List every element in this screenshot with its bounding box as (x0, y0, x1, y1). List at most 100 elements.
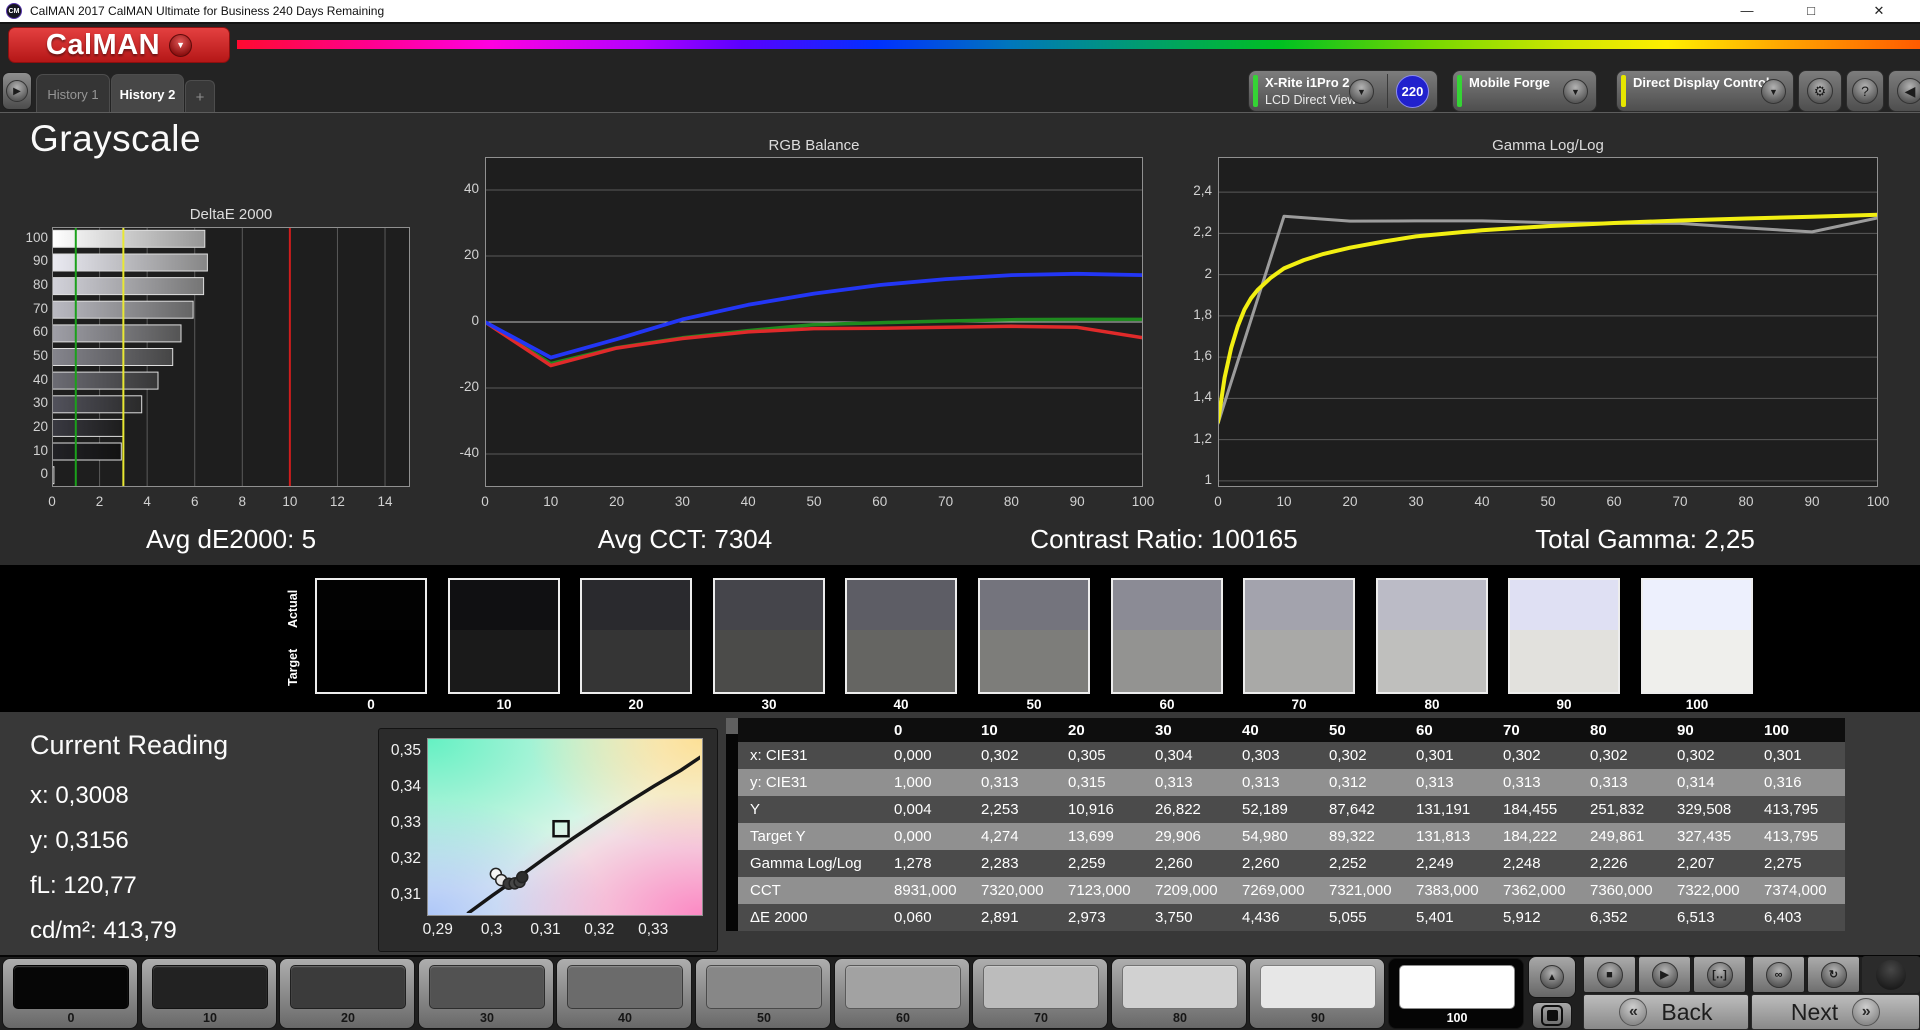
gear-icon: ⚙ (1807, 78, 1833, 104)
table-cell: 0,301 (1764, 747, 1802, 764)
tab-history-1[interactable]: History 1 (36, 74, 110, 113)
chevron-down-icon[interactable]: ▼ (1349, 79, 1374, 104)
pattern-button-40[interactable]: 40 (556, 958, 692, 1029)
pattern-patch (290, 965, 406, 1009)
pattern-window-button[interactable]: [‥] (1693, 956, 1746, 993)
pattern-patch (845, 965, 961, 1009)
app-icon: CM (6, 3, 22, 19)
pattern-button-20[interactable]: 20 (279, 958, 415, 1029)
pattern-button-0[interactable]: 0 (2, 958, 138, 1029)
pattern-button-50[interactable]: 50 (695, 958, 831, 1029)
table-cell: 5,912 (1503, 909, 1541, 926)
table-cell: 184,222 (1503, 828, 1558, 845)
close-button[interactable]: ✕ (1856, 0, 1902, 22)
swatch-target (1113, 630, 1221, 692)
table-cell: 7269,000 (1242, 882, 1305, 899)
help-button[interactable]: ? (1846, 70, 1884, 112)
row-label: ΔE 2000 (750, 909, 808, 926)
contrast-ratio-stat: Contrast Ratio: 100165 (1030, 524, 1298, 554)
row-label: Y (750, 801, 761, 818)
settings-button[interactable]: ⚙ (1798, 70, 1842, 112)
axis-tick-label: 1,4 (1193, 389, 1212, 405)
minimize-button[interactable]: — (1724, 0, 1770, 22)
table-cell: 0,313 (981, 774, 1019, 791)
refresh-button[interactable]: ↻ (1807, 956, 1860, 993)
next-button[interactable]: Next » (1751, 994, 1920, 1030)
table-cell: 0,315 (1068, 774, 1106, 791)
meter-dropdown[interactable]: X-Rite i1Pro 2 LCD Direct View ▼ 220 (1248, 70, 1438, 112)
swatch-actual (980, 580, 1088, 630)
tab-history-2[interactable]: History 2 (111, 74, 184, 113)
axis-tick-label: 10 (1276, 494, 1292, 509)
table-cell: 7362,000 (1503, 882, 1566, 899)
swatch-level-label: 100 (1685, 697, 1709, 712)
play-button[interactable]: ▶ (1638, 956, 1691, 993)
axis-tick-label: 50 (32, 348, 48, 363)
pattern-label: 50 (757, 1011, 771, 1025)
axis-tick-label: 0,31 (390, 886, 421, 904)
pattern-patch (1260, 965, 1376, 1009)
collapse-panel-button[interactable]: ◀ (1888, 70, 1920, 112)
column-header: 0 (894, 721, 903, 739)
axis-tick-label: 0,32 (584, 921, 615, 938)
stop-button[interactable]: ■ (1583, 956, 1636, 993)
axis-tick-label: 0,35 (390, 741, 421, 759)
swatch-target (450, 630, 558, 692)
current-reading-title: Current Reading (30, 730, 229, 760)
axis-tick-label: 40 (1474, 494, 1490, 509)
swatch-actual (847, 580, 955, 630)
table-cell: 8931,000 (894, 882, 957, 899)
pattern-button-100[interactable]: 100 (1388, 958, 1524, 1029)
display-status-accent (1621, 75, 1626, 107)
loop-button[interactable]: ∞ (1752, 956, 1805, 993)
table-cell: 7320,000 (981, 882, 1044, 899)
grayscale-swatch-strip: Actual Target 0 10 20 30 40 50 60 70 80 90 100 (0, 565, 1920, 712)
axis-tick-label: 1,6 (1193, 348, 1212, 364)
column-header: 30 (1155, 721, 1172, 739)
source-name: Mobile Forge (1469, 75, 1550, 90)
pattern-patch (567, 965, 683, 1009)
swatch-level-label: 70 (1291, 697, 1307, 712)
source-status-accent (1457, 75, 1462, 107)
calman-logo-menu[interactable]: CalMAN ▼ (8, 27, 230, 63)
axis-tick-label: 70 (938, 494, 954, 509)
pattern-label: 30 (480, 1011, 494, 1025)
workflow-expand-button[interactable]: ▶ (2, 72, 32, 110)
meter-name: X-Rite i1Pro 2 (1265, 75, 1350, 90)
axis-tick-label: 1,2 (1193, 430, 1212, 446)
pattern-button-70[interactable]: 70 (972, 958, 1108, 1029)
pattern-button-60[interactable]: 60 (834, 958, 970, 1029)
swatch-level-label: 60 (1159, 697, 1175, 712)
pattern-source-dropdown[interactable]: Mobile Forge ▼ (1452, 70, 1597, 112)
display-control-dropdown[interactable]: Direct Display Control ▼ (1616, 70, 1794, 112)
display-control-name: Direct Display Control (1633, 75, 1770, 90)
table-scrollbar[interactable] (726, 718, 738, 931)
rainbow-gradient-bar (237, 40, 1920, 49)
axis-tick-label: 2,4 (1193, 183, 1212, 199)
pattern-button-90[interactable]: 90 (1249, 958, 1385, 1029)
axis-tick-label: 0 (471, 313, 479, 328)
pattern-button-80[interactable]: 80 (1111, 958, 1247, 1029)
window-pattern-button[interactable] (1532, 1002, 1572, 1029)
table-cell: 329,508 (1677, 801, 1732, 818)
play-icon: ▶ (1651, 961, 1678, 988)
axis-tick-label: 40 (740, 494, 756, 509)
chevron-down-icon[interactable]: ▼ (1563, 79, 1588, 104)
column-header: 50 (1329, 721, 1346, 739)
axis-tick-label: 50 (806, 494, 822, 509)
scrollbar-thumb[interactable] (726, 718, 738, 734)
swatch-level-0 (315, 578, 427, 694)
pattern-patch (13, 965, 129, 1009)
pattern-button-10[interactable]: 10 (141, 958, 277, 1029)
swatch-actual (1378, 580, 1486, 630)
add-tab-button[interactable]: + (185, 80, 215, 113)
table-cell: 0,000 (894, 828, 932, 845)
pattern-button-30[interactable]: 30 (418, 958, 554, 1029)
pattern-bar-expand-button[interactable]: ▲ (1528, 956, 1576, 998)
pattern-label: 10 (203, 1011, 217, 1025)
restore-button[interactable]: □ (1788, 0, 1834, 22)
back-button[interactable]: « Back (1583, 994, 1749, 1030)
chevron-down-icon[interactable]: ▼ (1761, 79, 1786, 104)
pattern-label: 0 (67, 1011, 75, 1025)
table-cell: 7209,000 (1155, 882, 1218, 899)
